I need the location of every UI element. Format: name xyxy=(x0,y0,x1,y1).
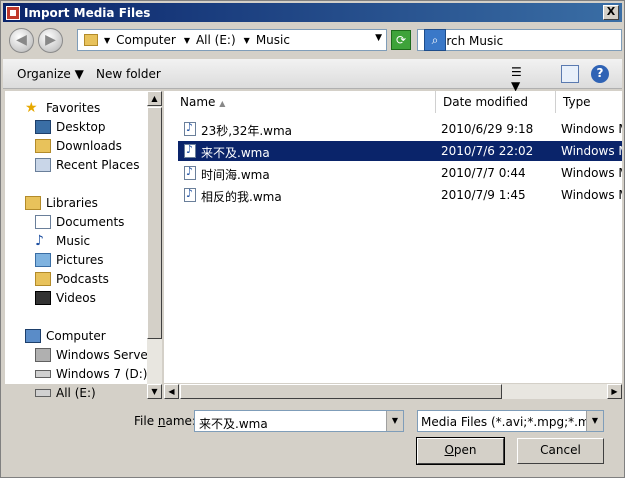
file-row[interactable]: 23秒,32年.wma 2010/6/29 9:18 Windows Me xyxy=(178,119,622,139)
file-name-label: File name: xyxy=(134,414,196,428)
close-button[interactable]: X xyxy=(603,5,619,20)
file-type: Windows Me xyxy=(561,188,622,202)
scroll-left-arrow-icon[interactable]: ◀ xyxy=(164,384,179,399)
nav-pane-scrollbar[interactable]: ▲ ▼ xyxy=(147,91,162,399)
address-bar[interactable]: ▼ Computer ▼ All (E:) ▼ Music ▼ xyxy=(77,29,387,51)
scroll-right-arrow-icon[interactable]: ▶ xyxy=(607,384,622,399)
back-button[interactable]: ◀ xyxy=(9,28,34,53)
window-title: Import Media Files xyxy=(24,5,151,20)
import-media-dialog: Import Media Files X ◀ ▶ ▼ Computer ▼ All … xyxy=(0,0,625,478)
audio-file-icon xyxy=(184,187,196,202)
drive-icon xyxy=(35,348,51,362)
drive-icon xyxy=(35,370,51,378)
cancel-button[interactable]: Cancel xyxy=(517,438,604,464)
navigation-bar: ◀ ▶ ▼ Computer ▼ All (E:) ▼ Music ▼ ⟳ Searc… xyxy=(3,25,622,57)
file-name-dropdown-icon[interactable]: ▼ xyxy=(386,411,403,431)
refresh-button[interactable]: ⟳ xyxy=(391,30,411,50)
file-row[interactable]: 相反的我.wma 2010/7/9 1:45 Windows Me xyxy=(178,185,622,205)
file-list-hscrollbar[interactable]: ◀ ▶ xyxy=(164,384,622,399)
scroll-up-arrow-icon[interactable]: ▲ xyxy=(147,91,162,106)
forward-button[interactable]: ▶ xyxy=(38,28,63,53)
file-name-input[interactable]: 来不及.wma ▼ xyxy=(194,410,404,432)
app-icon xyxy=(6,5,20,20)
file-date: 2010/6/29 9:18 xyxy=(441,122,534,136)
column-header-name[interactable]: Name ▲ xyxy=(173,91,436,113)
libraries-icon xyxy=(25,196,41,210)
file-date: 2010/7/7 0:44 xyxy=(441,166,526,180)
file-list: Name ▲ Date modified Type 23秒,32年.wma 20… xyxy=(164,91,622,383)
hscroll-thumb[interactable] xyxy=(180,384,502,399)
pictures-icon xyxy=(35,253,51,267)
new-folder-button[interactable]: New folder xyxy=(96,67,161,81)
file-name: 相反的我.wma xyxy=(201,190,282,204)
organize-button[interactable]: Organize ▼ xyxy=(17,67,84,81)
column-header-date-modified[interactable]: Date modified xyxy=(436,91,556,113)
help-icon[interactable]: ? xyxy=(591,65,609,83)
star-icon: ★ xyxy=(25,100,38,116)
nav-windows-server[interactable]: Windows Server 20 xyxy=(5,346,148,364)
nav-music[interactable]: ♪ Music xyxy=(5,232,148,250)
scroll-down-arrow-icon[interactable]: ▼ xyxy=(147,384,162,399)
nav-videos[interactable]: Videos xyxy=(5,289,148,307)
podcasts-icon xyxy=(35,272,51,286)
documents-icon xyxy=(35,215,51,229)
address-dropdown-icon[interactable]: ▼ xyxy=(375,33,382,43)
nav-all-e[interactable]: All (E:) xyxy=(5,384,148,401)
breadcrumb-computer[interactable]: ▼ Computer xyxy=(104,33,176,47)
nav-downloads[interactable]: Downloads xyxy=(5,137,148,155)
videos-icon xyxy=(35,291,51,305)
command-toolbar: Organize ▼ New folder ☰ ▼ ? xyxy=(3,59,622,93)
breadcrumb-music[interactable]: ▼ Music xyxy=(244,33,290,47)
file-type: Windows Me xyxy=(561,144,622,158)
file-row[interactable]: 时间海.wma 2010/7/7 0:44 Windows Me xyxy=(178,163,622,183)
breadcrumb-all-e[interactable]: ▼ All (E:) xyxy=(184,33,236,47)
scroll-thumb[interactable] xyxy=(147,107,162,339)
file-date: 2010/7/9 1:45 xyxy=(441,188,526,202)
audio-file-icon xyxy=(184,165,196,180)
column-header-type[interactable]: Type xyxy=(556,91,622,113)
file-date: 2010/7/6 22:02 xyxy=(441,144,534,158)
nav-libraries[interactable]: Libraries xyxy=(5,194,148,212)
audio-file-icon xyxy=(184,143,196,158)
nav-desktop[interactable]: Desktop xyxy=(5,118,148,136)
recent-places-icon xyxy=(35,158,51,172)
file-name: 23秒,32年.wma xyxy=(201,124,293,138)
file-type: Windows Me xyxy=(561,122,622,136)
search-icon[interactable]: ⌕ xyxy=(424,29,446,51)
preview-pane-icon[interactable] xyxy=(561,65,579,83)
nav-documents[interactable]: Documents xyxy=(5,213,148,231)
drive-icon xyxy=(35,389,51,397)
nav-pictures[interactable]: Pictures xyxy=(5,251,148,269)
computer-icon xyxy=(25,329,41,343)
search-input[interactable]: Search Music ⌕ xyxy=(417,29,622,51)
nav-podcasts[interactable]: Podcasts xyxy=(5,270,148,288)
downloads-folder-icon xyxy=(35,139,51,153)
file-type: Windows Me xyxy=(561,166,622,180)
navigation-pane: ★ Favorites Desktop Downloads Recent Plac… xyxy=(5,91,148,401)
audio-file-icon xyxy=(184,121,196,136)
folder-icon xyxy=(84,34,98,46)
file-type-select[interactable]: Media Files (*.avi;*.mpg;*.mpeg ▼ xyxy=(417,410,604,432)
desktop-icon xyxy=(35,120,51,134)
open-button[interactable]: Open xyxy=(416,437,505,465)
music-icon: ♪ xyxy=(35,233,44,249)
nav-computer[interactable]: Computer xyxy=(5,327,148,345)
file-name: 时间海.wma xyxy=(201,168,270,182)
nav-recent-places[interactable]: Recent Places xyxy=(5,156,148,174)
nav-windows-7-d[interactable]: Windows 7 (D:) xyxy=(5,365,148,383)
file-type-dropdown-icon[interactable]: ▼ xyxy=(586,411,603,431)
nav-favorites[interactable]: ★ Favorites xyxy=(5,99,148,117)
view-options-icon[interactable]: ☰ ▼ xyxy=(511,65,529,93)
file-row-selected[interactable]: 来不及.wma 2010/7/6 22:02 Windows Me xyxy=(178,141,622,161)
title-bar: Import Media Files X xyxy=(3,3,622,22)
file-name: 来不及.wma xyxy=(201,146,270,160)
